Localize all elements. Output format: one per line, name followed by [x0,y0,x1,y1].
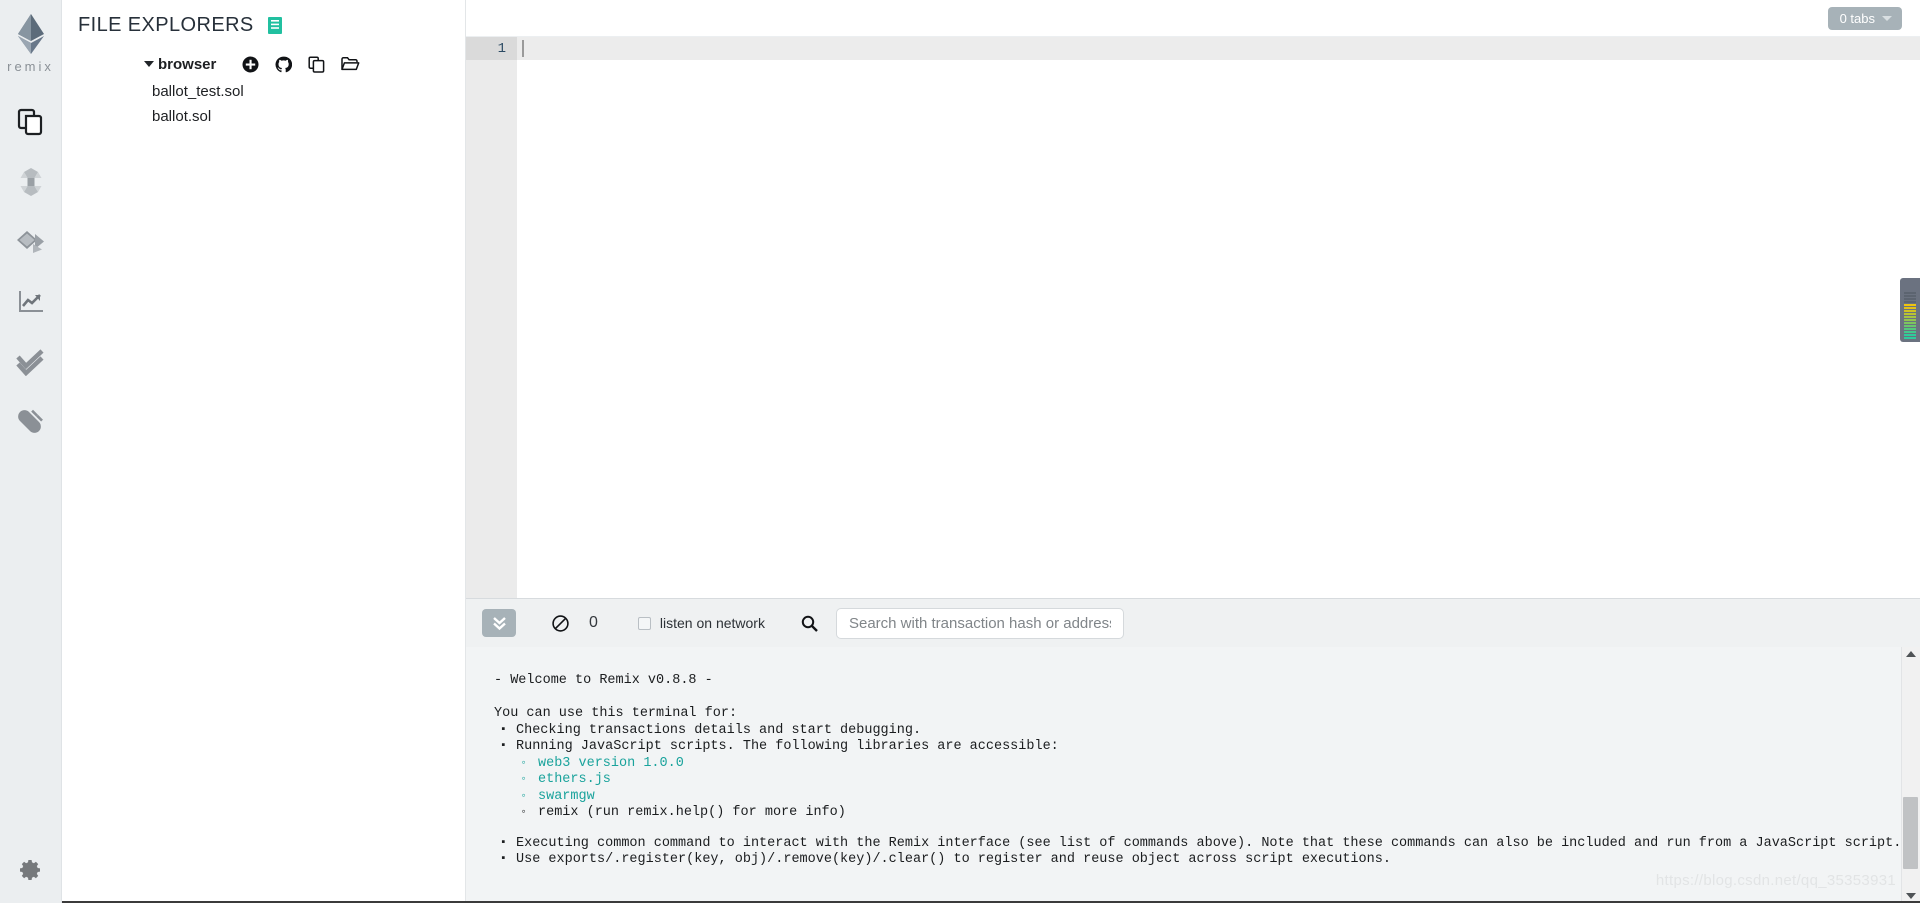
tabs-count-label: 0 tabs [1839,10,1875,26]
settings-gear-icon [19,860,40,880]
terminal-scrollbar[interactable] [1901,647,1920,903]
remix-logo[interactable]: remix [0,12,61,74]
terminal-bullet-list: Checking transactions details and start … [494,722,1920,756]
remix-logo-text: remix [7,59,54,74]
left-icon-bar: remix [0,0,62,903]
level-meter-bar [1904,310,1916,312]
terminal-bullet: Use exports/.register(key, obj)/.remove(… [494,851,1920,869]
terminal-collapse-button[interactable] [482,609,516,637]
terminal-library-item: remix (run remix.help() for more info) [494,804,1920,822]
sidebar-item-file-explorers[interactable] [0,92,61,152]
level-meter-bar [1904,307,1916,309]
list-item[interactable]: ballot_test.sol [152,79,465,104]
level-meter-bar [1904,313,1916,315]
sidebar-item-testing[interactable] [0,332,61,392]
panel-header: FILE EXPLORERS [62,0,465,37]
plugin-icon-list [0,92,61,452]
terminal-library-item: web3 version 1.0.0 [494,755,1920,773]
copy-files-icon[interactable] [308,55,325,73]
remix-ide-window: remix FILE EXPLORERS browser ballot_test… [0,0,1920,903]
text-cursor [522,40,524,57]
terminal-panel: 0 listen on network - Welcome to Remix v… [466,598,1920,903]
level-meter-bar [1904,301,1916,303]
sidebar-item-solidity-compiler[interactable] [0,152,61,212]
terminal-bullet: Running JavaScript scripts. The followin… [494,738,1920,756]
level-meter-bar [1904,325,1916,327]
main-area: 0 tabs 1 0 listen on network Search with… [466,0,1920,903]
scroll-up-arrow-icon[interactable] [1906,651,1916,657]
plugin-manager-icon [17,409,43,433]
sidebar-item-deploy-run[interactable] [0,212,61,272]
tabs-dropdown-button[interactable]: 0 tabs [1827,6,1902,30]
ban-icon [552,614,569,632]
level-meter-bar [1904,331,1916,333]
file-explorers-icon [17,108,42,136]
ethereum-logo-icon [17,14,44,54]
level-meter-bar [1904,328,1916,330]
code-editor[interactable]: 1 [466,37,1920,598]
level-meter-bar [1904,298,1916,300]
terminal-bullet-list-tail: Executing common command to interact wit… [494,835,1920,869]
pending-transactions-count: 0 [589,614,598,631]
terminal-toolbar: 0 listen on network [466,599,1920,647]
terminal-welcome-line: - Welcome to Remix v0.8.8 - [494,673,713,688]
editor-gutter: 1 [466,37,517,598]
open-folder-icon[interactable] [341,56,360,72]
testing-icon [15,349,44,376]
terminal-bullet: Executing common command to interact wit… [494,835,1920,853]
search-input[interactable] [835,607,1124,639]
level-meter-bar [1904,295,1916,297]
level-meter-bar [1904,334,1916,336]
chevron-down-icon[interactable] [144,61,154,67]
file-tree-actions [242,55,360,73]
analysis-icon [18,291,43,312]
level-meter-bar [1904,337,1916,339]
sidebar-item-plugin-manager[interactable] [0,392,61,452]
deploy-run-transactions-icon [16,231,44,253]
solidity-compiler-icon [20,168,41,196]
editor-text-area[interactable] [517,37,1920,598]
file-tree-root: browser [62,37,465,73]
search-icon[interactable] [801,615,818,632]
page-title: FILE EXPLORERS [78,14,254,36]
scrollbar-thumb[interactable] [1903,797,1918,869]
list-item[interactable]: ballot.sol [152,104,465,129]
scroll-down-arrow-icon[interactable] [1906,893,1916,899]
chevron-down-icon [1882,15,1892,21]
watermark-text: https://blog.csdn.net/qq_35353931 [1655,872,1896,889]
listen-on-network-toggle[interactable]: listen on network [637,615,765,631]
level-meter-bar [1904,322,1916,324]
side-panel-file-explorers: FILE EXPLORERS browser ballot_test.sol b… [62,0,466,903]
sidebar-item-settings[interactable] [0,847,61,893]
github-icon[interactable] [275,56,293,73]
file-tree-root-label[interactable]: browser [158,56,216,73]
listen-on-network-checkbox[interactable] [637,616,651,630]
level-meter-bar [1904,316,1916,318]
clear-console-button[interactable] [552,614,569,632]
level-meter-bar [1904,304,1916,306]
file-list: ballot_test.sol ballot.sol [62,71,465,129]
sidebar-item-analysis[interactable] [0,272,61,332]
gutter-line-number: 1 [466,37,517,60]
level-meter-bar [1904,319,1916,321]
level-meter-widget[interactable] [1900,278,1920,342]
terminal-library-list: web3 version 1.0.0 ethers.js swarmgw rem… [494,755,1920,822]
terminal-bullet: Checking transactions details and start … [494,722,1920,740]
terminal-log: - Welcome to Remix v0.8.8 - You can use … [494,673,1920,869]
create-new-file-icon[interactable] [242,56,259,73]
editor-tab-bar: 0 tabs [466,0,1920,37]
book-icon [267,17,282,34]
terminal-intro-line: You can use this terminal for: [494,706,738,721]
listen-on-network-label: listen on network [659,615,765,631]
level-meter-bar [1904,292,1916,294]
chevron-double-down-icon [492,617,506,631]
terminal-library-item: ethers.js [494,771,1920,789]
terminal-output[interactable]: - Welcome to Remix v0.8.8 - You can use … [466,647,1920,903]
terminal-library-item: swarmgw [494,788,1920,806]
active-line-highlight [517,37,1920,60]
